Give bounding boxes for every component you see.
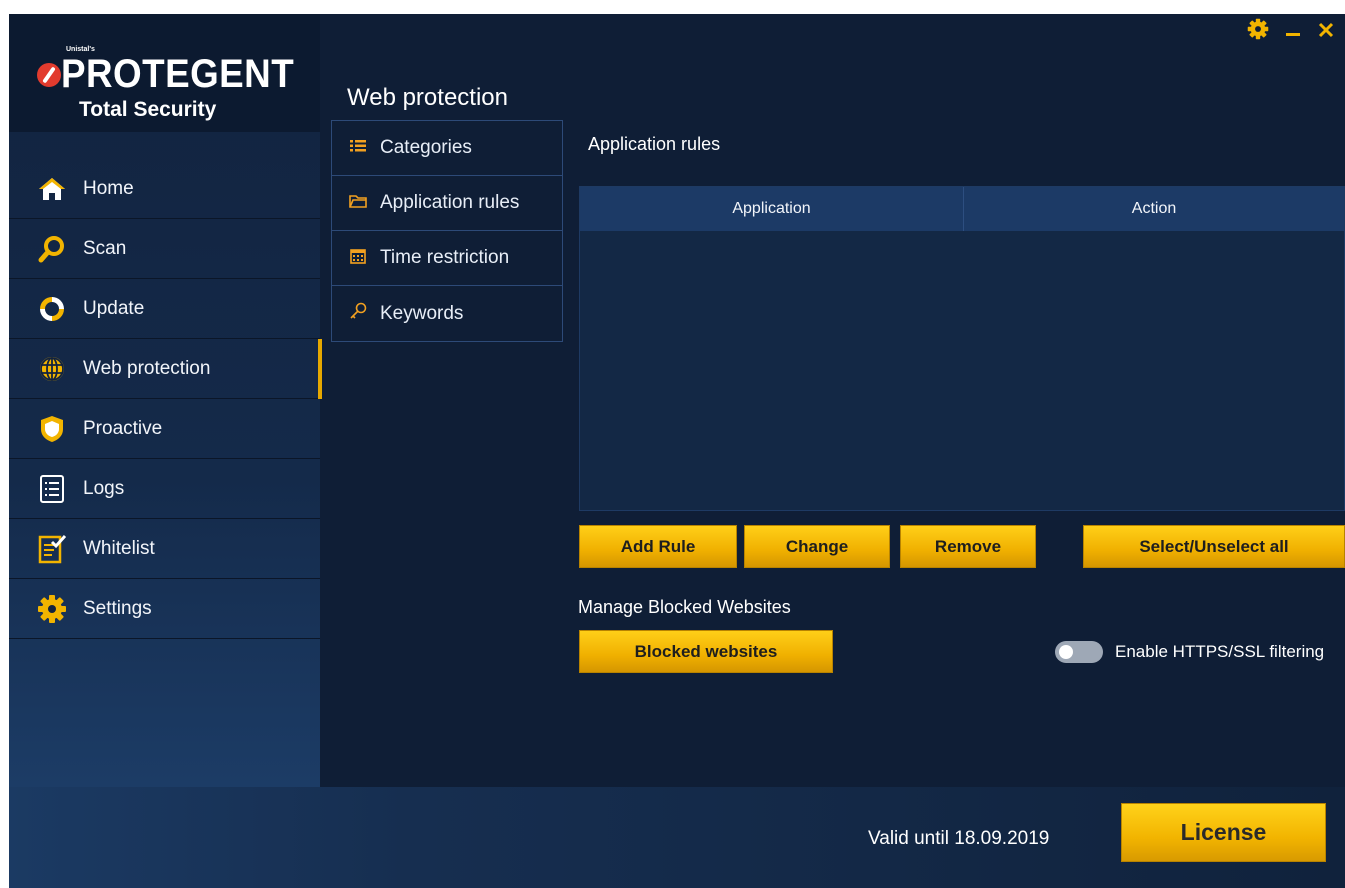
search-icon bbox=[37, 234, 67, 264]
sidebar-item-label: Settings bbox=[83, 597, 152, 619]
shield-icon bbox=[37, 414, 67, 444]
sidebar-item-label: Logs bbox=[83, 477, 125, 499]
window-controls bbox=[1247, 18, 1335, 46]
refresh-icon bbox=[37, 294, 67, 324]
globe-icon bbox=[37, 354, 67, 384]
logo-icon bbox=[37, 63, 61, 87]
sidebar-item-update[interactable]: Update bbox=[9, 279, 320, 339]
toggle-knob bbox=[1059, 645, 1073, 659]
remove-button[interactable]: Remove bbox=[900, 525, 1036, 568]
logo: Unistal's PROTEGENT Total Security bbox=[9, 14, 320, 132]
https-filtering-label: Enable HTTPS/SSL filtering bbox=[1115, 642, 1325, 661]
checklist-icon bbox=[37, 534, 67, 564]
submenu-item-keywords[interactable]: Keywords bbox=[332, 286, 562, 341]
change-button[interactable]: Change bbox=[744, 525, 890, 568]
sidebar-item-label: Home bbox=[83, 177, 134, 199]
manage-blocked-label: Manage Blocked Websites bbox=[578, 597, 791, 617]
submenu-item-label: Categories bbox=[380, 137, 472, 158]
sidebar-item-label: Web protection bbox=[83, 357, 211, 379]
table-header: Application Action bbox=[580, 187, 1344, 231]
logo-brand: PROTEGENT bbox=[61, 52, 295, 96]
https-filtering-toggle[interactable] bbox=[1055, 641, 1103, 663]
sidebar-item-label: Scan bbox=[83, 237, 127, 259]
license-button[interactable]: License bbox=[1121, 803, 1326, 862]
submenu-item-label: Time restriction bbox=[380, 247, 510, 268]
sidebar-item-proactive[interactable]: Proactive bbox=[9, 399, 320, 459]
submenu-item-time-restriction[interactable]: Time restriction bbox=[332, 231, 562, 286]
sidebar-item-label: Update bbox=[83, 297, 145, 319]
logo-product: Total Security bbox=[79, 98, 217, 121]
submenu-item-application-rules[interactable]: Application rules bbox=[332, 176, 562, 231]
blocked-websites-button[interactable]: Blocked websites bbox=[579, 630, 833, 673]
column-header-action[interactable]: Action bbox=[964, 187, 1344, 231]
sidebar-item-web-protection[interactable]: Web protection bbox=[9, 339, 322, 399]
select-unselect-all-button[interactable]: Select/Unselect all bbox=[1083, 525, 1345, 568]
sidebar-item-whitelist[interactable]: Whitelist bbox=[9, 519, 320, 579]
application-rules-table[interactable]: Application Action bbox=[579, 186, 1345, 511]
submenu-item-categories[interactable]: Categories bbox=[332, 121, 562, 176]
section-title: Web protection bbox=[347, 84, 508, 111]
minimize-icon[interactable] bbox=[1283, 19, 1303, 45]
sidebar-item-home[interactable]: Home bbox=[9, 159, 320, 219]
sidebar-item-label: Proactive bbox=[83, 417, 163, 439]
app-window: Unistal's PROTEGENT Total Security Home … bbox=[9, 14, 1345, 888]
home-icon bbox=[37, 174, 67, 204]
panel-title: Application rules bbox=[588, 134, 721, 154]
sidebar-item-label: Whitelist bbox=[83, 537, 155, 559]
list-icon bbox=[37, 474, 67, 504]
close-icon[interactable] bbox=[1317, 19, 1335, 45]
sidebar-nav: Home Scan Update Web protection Proactiv… bbox=[9, 159, 322, 639]
column-header-application[interactable]: Application bbox=[580, 187, 964, 231]
sidebar-item-logs[interactable]: Logs bbox=[9, 459, 320, 519]
sidebar-item-settings[interactable]: Settings bbox=[9, 579, 320, 639]
folder-icon bbox=[348, 193, 368, 214]
submenu: Categories Application rules Time restri… bbox=[331, 120, 563, 342]
key-icon bbox=[348, 302, 368, 325]
sidebar: Unistal's PROTEGENT Total Security Home … bbox=[9, 14, 322, 787]
list-icon bbox=[348, 139, 368, 158]
calendar-icon bbox=[348, 248, 368, 269]
sidebar-item-scan[interactable]: Scan bbox=[9, 219, 320, 279]
add-rule-button[interactable]: Add Rule bbox=[579, 525, 737, 568]
gear-icon bbox=[37, 594, 67, 624]
submenu-item-label: Application rules bbox=[380, 192, 520, 213]
submenu-item-label: Keywords bbox=[380, 302, 464, 324]
valid-until-text: Valid until 18.09.2019 bbox=[868, 828, 1050, 849]
gear-icon[interactable] bbox=[1247, 18, 1269, 46]
